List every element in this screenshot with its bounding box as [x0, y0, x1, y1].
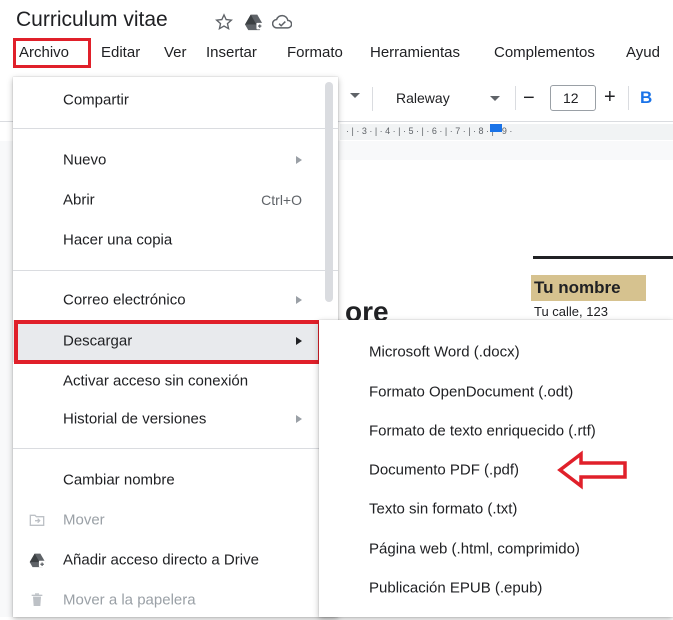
star-icon[interactable]	[214, 12, 234, 32]
menu-item-label: Mover a la papelera	[63, 591, 196, 609]
decrease-font-size-button[interactable]: −	[523, 87, 535, 110]
menu-item-hacer-copia[interactable]: Hacer una copia	[13, 220, 338, 260]
toolbar-divider	[628, 86, 629, 110]
font-dropdown-arrow-icon[interactable]	[490, 96, 500, 101]
menu-item-papelera[interactable]: Mover a la papelera	[13, 580, 338, 620]
submenu-arrow-icon	[296, 296, 302, 304]
menu-item-abrir[interactable]: Abrir Ctrl+O	[13, 180, 338, 220]
menu-complementos[interactable]: Complementos	[494, 44, 595, 61]
menu-separator	[13, 270, 338, 271]
menu-item-cambiar-nombre[interactable]: Cambiar nombre	[13, 460, 338, 500]
download-html[interactable]: Página web (.html, comprimido)	[319, 529, 673, 569]
menu-item-acceso-directo[interactable]: Añadir acceso directo a Drive	[13, 540, 338, 580]
submenu-arrow-icon	[296, 156, 302, 164]
archivo-highlight-box	[13, 38, 91, 68]
menu-separator	[13, 448, 338, 449]
submenu-arrow-icon	[296, 415, 302, 423]
toolbar-divider	[515, 86, 516, 110]
font-size-input[interactable]: 12	[550, 85, 596, 111]
menu-item-label: Correo electrónico	[63, 291, 186, 309]
submenu-item-label: Documento PDF (.pdf)	[369, 461, 520, 479]
font-select[interactable]: Raleway	[396, 90, 450, 106]
menu-item-correo[interactable]: Correo electrónico	[13, 280, 338, 320]
doc-name-heading: Tu nombre	[531, 275, 646, 301]
ruler-ticks: · | · 3 · | · 4 · | · 5 · | · 6 · | · 7 …	[346, 126, 513, 136]
download-txt[interactable]: Texto sin formato (.txt)	[319, 489, 673, 529]
menu-item-label: Mover	[63, 511, 105, 529]
menu-ayuda[interactable]: Ayud	[626, 44, 660, 61]
indent-marker[interactable]	[490, 124, 502, 132]
menu-separator	[13, 128, 338, 129]
menu-item-nuevo[interactable]: Nuevo	[13, 140, 338, 180]
menu-item-historial[interactable]: Historial de versiones	[13, 399, 338, 439]
ruler[interactable]: · | · 3 · | · 4 · | · 5 · | · 6 · | · 7 …	[340, 124, 673, 140]
download-docx[interactable]: Microsoft Word (.docx)	[319, 332, 673, 372]
doc-street-text: Tu calle, 123	[534, 304, 608, 319]
toolbar-divider	[372, 87, 373, 111]
download-odt[interactable]: Formato OpenDocument (.odt)	[319, 372, 673, 412]
style-dropdown-arrow-icon[interactable]	[350, 93, 360, 98]
menu-item-label: Compartir	[63, 91, 129, 109]
submenu-item-label: Formato de texto enriquecido (.rtf)	[369, 422, 596, 440]
document-title[interactable]: Curriculum vitae	[16, 8, 168, 32]
menu-item-offline[interactable]: Activar acceso sin conexión	[13, 361, 338, 401]
submenu-item-label: Texto sin formato (.txt)	[369, 500, 518, 518]
bold-button[interactable]: B	[640, 88, 652, 108]
drive-move-icon[interactable]	[244, 12, 264, 32]
download-rtf[interactable]: Formato de texto enriquecido (.rtf)	[319, 411, 673, 451]
cloud-status-icon[interactable]	[272, 12, 292, 32]
menu-item-label: Hacer una copia	[63, 231, 173, 249]
menu-editar[interactable]: Editar	[101, 44, 140, 61]
menu-item-label: Historial de versiones	[63, 410, 207, 428]
descargar-highlight-box	[14, 320, 322, 364]
menu-shortcut: Ctrl+O	[261, 192, 302, 208]
menu-item-label: Nuevo	[63, 151, 107, 169]
menu-item-label: Cambiar nombre	[63, 471, 175, 489]
menu-formato[interactable]: Formato	[287, 44, 343, 61]
increase-font-size-button[interactable]: +	[604, 86, 616, 109]
red-arrow-annotation-icon	[557, 450, 627, 490]
menu-item-compartir[interactable]: Compartir	[13, 80, 338, 120]
menu-ver[interactable]: Ver	[164, 44, 187, 61]
menu-item-label: Añadir acceso directo a Drive	[63, 551, 259, 569]
menu-item-mover[interactable]: Mover	[13, 500, 338, 540]
menu-insertar[interactable]: Insertar	[206, 44, 257, 61]
menu-item-label: Activar acceso sin conexión	[63, 372, 249, 390]
download-epub[interactable]: Publicación EPUB (.epub)	[319, 568, 673, 608]
trash-icon	[29, 592, 45, 608]
menu-herramientas[interactable]: Herramientas	[370, 44, 460, 61]
drive-shortcut-icon	[29, 552, 46, 568]
submenu-item-label: Microsoft Word (.docx)	[369, 343, 520, 361]
move-folder-icon	[29, 512, 45, 528]
submenu-item-label: Página web (.html, comprimido)	[369, 540, 580, 558]
submenu-item-label: Formato OpenDocument (.odt)	[369, 383, 574, 401]
submenu-item-label: Publicación EPUB (.epub)	[369, 579, 543, 597]
menu-scrollbar[interactable]	[325, 82, 333, 302]
menu-item-label: Abrir	[63, 191, 95, 209]
font-size-value: 12	[563, 90, 579, 106]
document-divider	[533, 256, 673, 259]
